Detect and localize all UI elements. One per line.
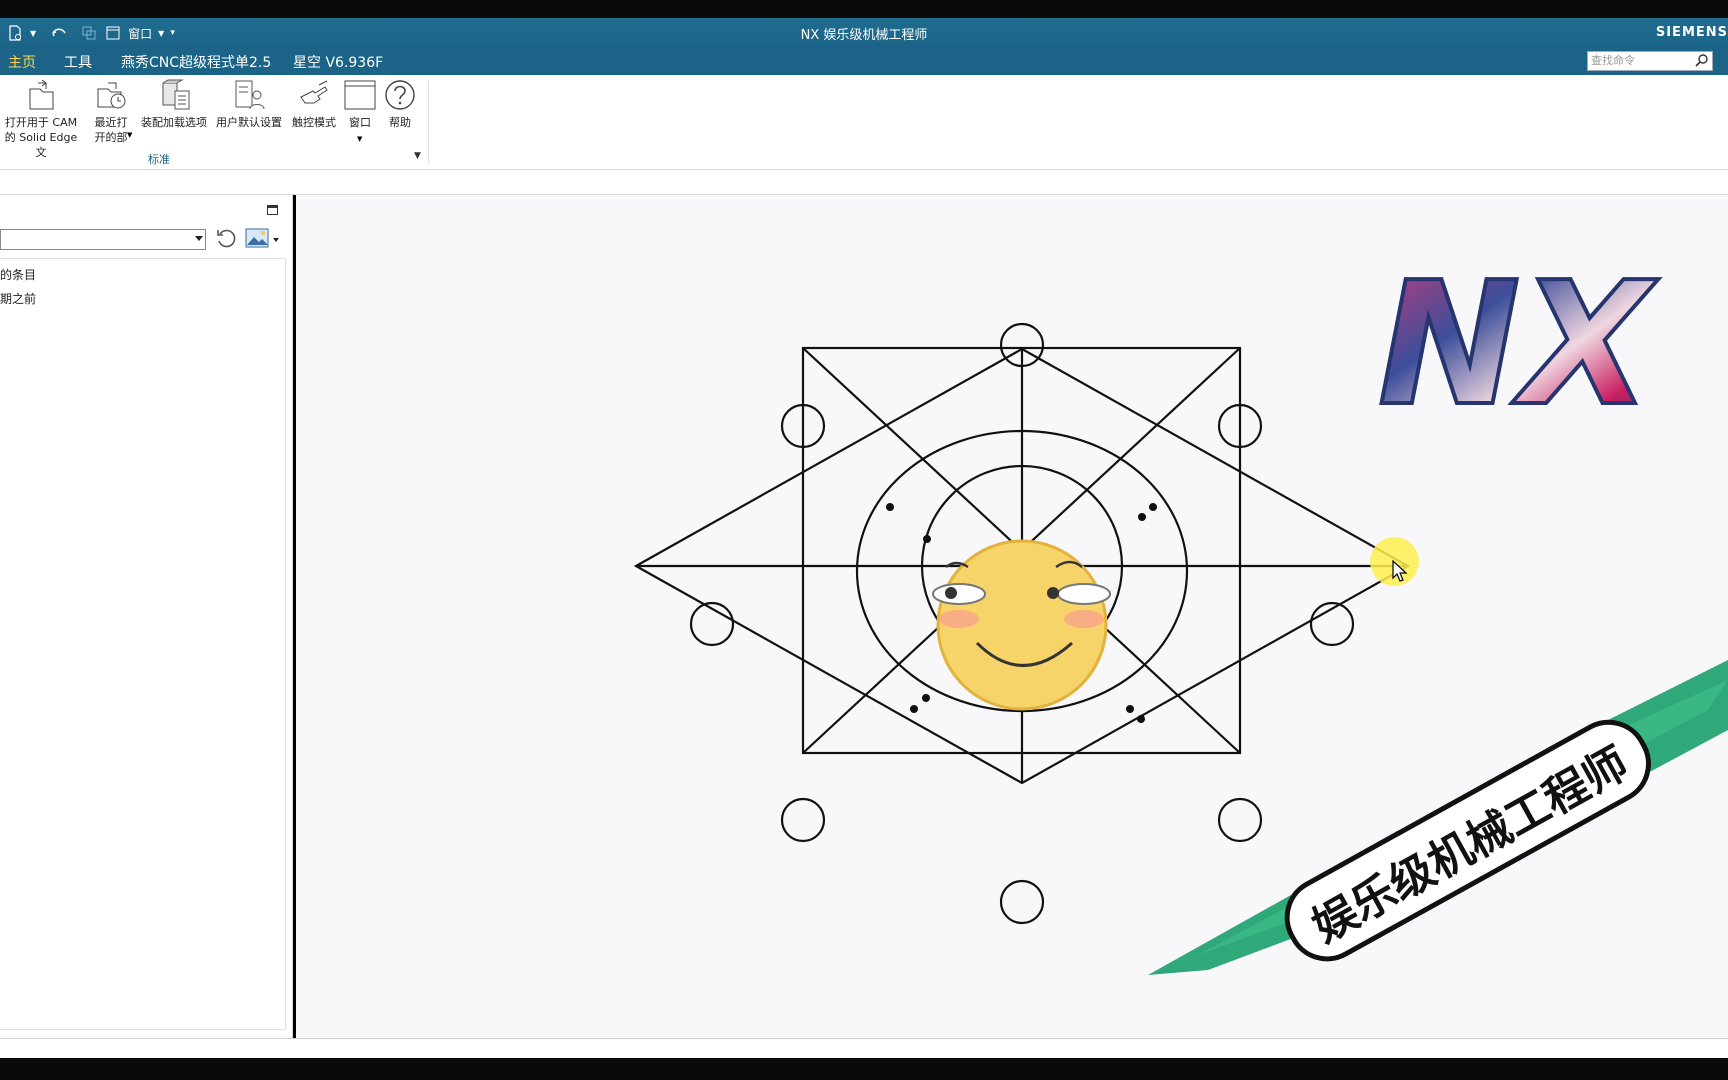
button-label: 用户默认设置 (216, 116, 282, 129)
user-defaults-button[interactable]: 用户默认设置 (213, 79, 285, 130)
navigator-panel: 的条目 期之前 (0, 195, 293, 1038)
history-list: 的条目 期之前 (0, 258, 286, 1030)
button-label-line2: 的 Solid Edge 文 (4, 131, 78, 159)
button-label: 窗口 (349, 116, 371, 129)
ribbon-group-label: 标准 (148, 153, 170, 166)
nx-application: ▼ 窗口 ▼ ▾ NX 娱乐级机械工程师 SIEMENS 主页 工具 燕秀CNC… (0, 0, 1728, 1080)
letterbox-bottom (0, 1058, 1728, 1080)
user-settings-icon (235, 80, 265, 110)
dropdown-arrow-icon[interactable] (273, 238, 279, 242)
assembly-load-options-button[interactable]: 装配加载选项 (140, 79, 208, 130)
nx-logo-text: NX (1378, 258, 1659, 428)
help-icon (385, 80, 415, 110)
maximize-panel-icon[interactable] (267, 205, 278, 215)
filter-combo[interactable] (0, 229, 206, 250)
ribbon: 打开用于 CAM 的 Solid Edge 文 最近打 开的部 ▼ 装配加载选项… (0, 75, 1728, 170)
nx-logo-icon: NX (1378, 258, 1661, 428)
button-label: 装配加载选项 (141, 116, 207, 129)
title-bar: ▼ 窗口 ▼ ▾ NX 娱乐级机械工程师 SIEMENS (0, 18, 1728, 48)
refresh-icon[interactable] (215, 228, 237, 254)
touch-hand-icon (300, 80, 328, 104)
list-item[interactable]: 期之前 (0, 290, 36, 307)
tab-yanxiu-cnc[interactable]: 燕秀CNC超级程式单2.5 (113, 52, 279, 75)
button-label-line1: 打开用于 CAM (4, 116, 78, 129)
status-bar (0, 1038, 1728, 1059)
recent-file-icon (97, 82, 126, 109)
top-border-bar (0, 170, 1728, 195)
assembly-options-icon (162, 79, 190, 110)
group-expand-icon[interactable]: ▼ (414, 151, 421, 161)
tab-home[interactable]: 主页 (0, 52, 44, 77)
chevron-down-icon[interactable] (195, 236, 203, 241)
button-label-line1: 最近打 (94, 116, 128, 129)
siemens-brand: SIEMENS (1655, 25, 1728, 40)
window-icon (344, 80, 376, 110)
touch-mode-button[interactable]: 触控模式 (290, 79, 338, 130)
open-for-cam-button[interactable]: 打开用于 CAM 的 Solid Edge 文 (0, 79, 82, 160)
ribbon-tab-bar: 主页 工具 燕秀CNC超级程式单2.5 星空 V6.936F 查找命令 (0, 48, 1728, 77)
button-label: 触控模式 (292, 116, 336, 129)
image-view-icon[interactable] (245, 228, 269, 252)
mouse-pointer-icon (1392, 560, 1408, 582)
brush-banner: 娱乐级机械工程师 (1148, 660, 1728, 975)
node-circle (780, 797, 826, 843)
node-circle-bottom (999, 879, 1045, 925)
list-item[interactable]: 的条目 (0, 266, 36, 283)
window-title: NX 娱乐级机械工程师 (800, 28, 928, 43)
command-search-input[interactable]: 查找命令 (1587, 51, 1713, 71)
tab-xingkong[interactable]: 星空 V6.936F (285, 52, 391, 75)
button-label: 帮助 (389, 116, 411, 129)
banner-text: 娱乐级机械工程师 (1304, 738, 1637, 953)
letterbox-top (0, 0, 1728, 18)
open-file-icon (29, 79, 54, 110)
help-button[interactable]: 帮助 (382, 79, 418, 130)
dropdown-arrow-icon[interactable]: ▼ (357, 135, 362, 143)
group-separator (428, 81, 429, 163)
tab-tools[interactable]: 工具 (56, 52, 100, 75)
search-placeholder: 查找命令 (1591, 54, 1635, 67)
dropdown-arrow-icon[interactable]: ▼ (127, 131, 132, 139)
search-icon[interactable] (1695, 53, 1709, 73)
window-button[interactable]: 窗口 (342, 79, 378, 130)
